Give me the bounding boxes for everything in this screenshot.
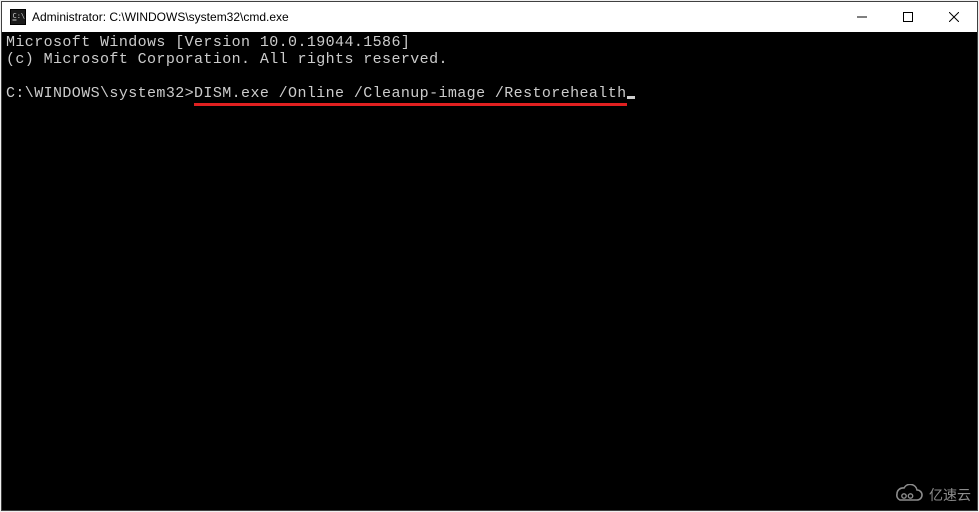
minimize-button[interactable] <box>839 2 885 32</box>
cmd-icon: C:\ <box>10 9 26 25</box>
svg-text:C:\: C:\ <box>13 12 26 20</box>
maximize-button[interactable] <box>885 2 931 32</box>
titlebar[interactable]: C:\ Administrator: C:\WINDOWS\system32\c… <box>2 2 977 32</box>
prompt-prefix: C:\WINDOWS\system32> <box>6 85 194 102</box>
version-line: Microsoft Windows [Version 10.0.19044.15… <box>6 34 410 51</box>
window-controls <box>839 2 977 32</box>
copyright-line: (c) Microsoft Corporation. All rights re… <box>6 51 448 68</box>
window-title: Administrator: C:\WINDOWS\system32\cmd.e… <box>32 10 289 24</box>
terminal-area[interactable]: Microsoft Windows [Version 10.0.19044.15… <box>2 32 977 510</box>
close-button[interactable] <box>931 2 977 32</box>
cursor-icon <box>627 96 635 99</box>
command-input: DISM.exe /Online /Cleanup-image /Restore… <box>194 85 626 106</box>
cmd-window: C:\ Administrator: C:\WINDOWS\system32\c… <box>1 1 978 511</box>
